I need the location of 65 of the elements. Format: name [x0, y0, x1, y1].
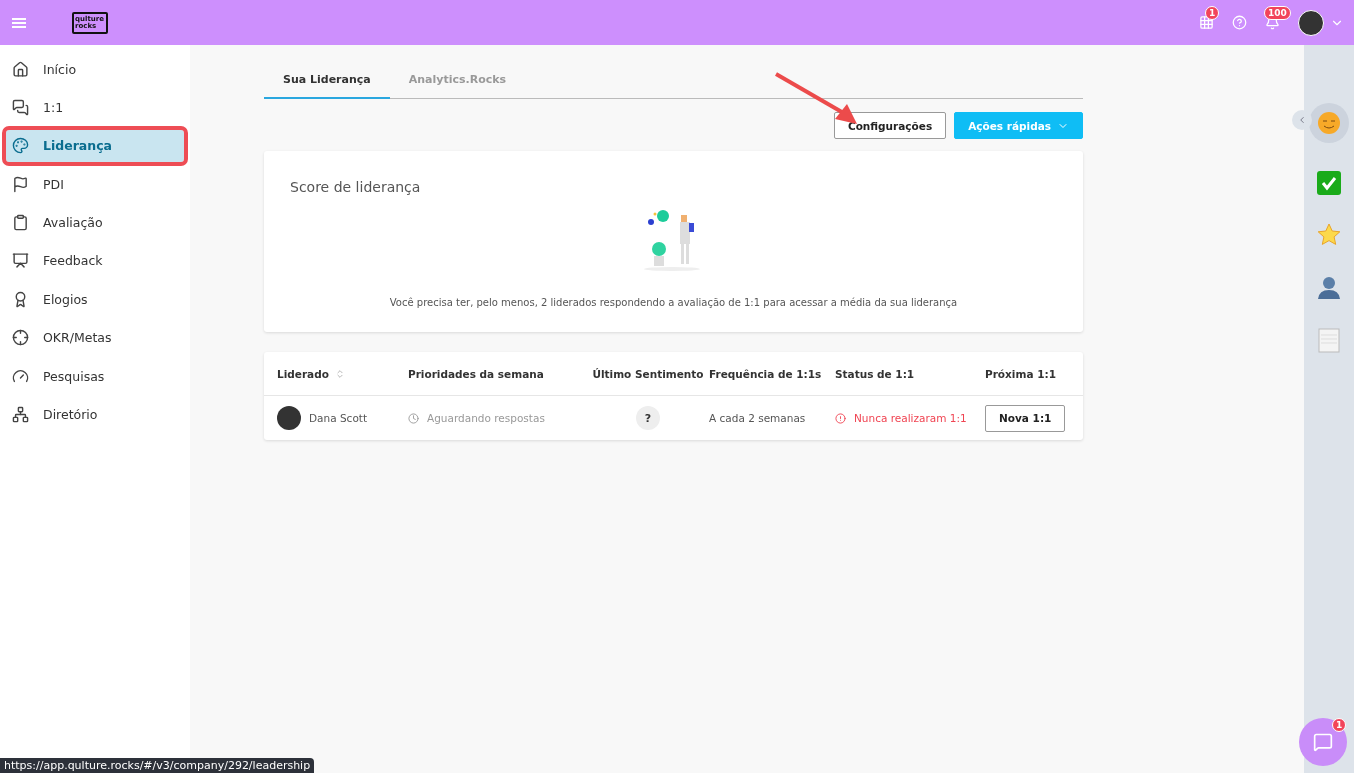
home-icon — [12, 60, 29, 78]
sidebar-item-label: Liderança — [43, 138, 113, 154]
sidebar-item-label: Avaliação — [43, 215, 103, 231]
sidebar-item-label: 1:1 — [43, 99, 64, 115]
column-header-label: Status de 1:1 — [835, 367, 915, 380]
board-icon — [12, 252, 29, 270]
sidebar-item[interactable]: Feedback — [6, 244, 184, 277]
card-title: Score de liderança — [290, 179, 422, 195]
sort-icon[interactable] — [334, 368, 345, 379]
table-cell: Nunca realizaram 1:1 — [854, 412, 967, 424]
sidebar-item[interactable]: Início — [6, 53, 184, 85]
check-mark-icon[interactable] — [1317, 171, 1341, 195]
column-header-label: Prioridades da semana — [408, 367, 544, 380]
star-icon[interactable] — [1317, 223, 1341, 247]
sidebar-item-label: Pesquisas — [43, 368, 105, 384]
palette-icon — [12, 137, 29, 155]
target-icon — [12, 329, 29, 347]
collapse-button[interactable] — [1292, 110, 1312, 130]
chat-button[interactable]: 1 — [1299, 718, 1347, 766]
notification-badge: 1 — [1205, 6, 1220, 20]
column-header-label: Frequência de 1:1s — [709, 367, 822, 380]
apps-grid-icon[interactable] — [1199, 15, 1214, 30]
clock-icon — [408, 412, 419, 424]
info-message: Você precisa ter, pelo menos, 2 liderados respondendo a avaliação de 1:1 para acessar a média da sua liderança — [388, 297, 959, 308]
sidebar-item[interactable]: PDI — [6, 168, 184, 201]
column-header-label: Próxima 1:1 — [985, 367, 1056, 380]
hierarchy-icon — [12, 406, 29, 423]
sidebar-item-label: Diretório — [43, 407, 98, 422]
settings-button[interactable]: Configurações — [833, 112, 947, 139]
sidebar-item-label: Elogios — [43, 291, 88, 307]
clipboard-icon — [12, 214, 29, 232]
chevron-left-icon — [1297, 115, 1307, 125]
status-url: https://app.qulture.rocks/#/v3/company/292/leadership — [0, 758, 315, 773]
table-cell: Aguardando respostas — [427, 412, 545, 424]
gauge-icon — [12, 367, 29, 385]
sidebar-item[interactable]: Elogios — [6, 283, 184, 316]
column-header-label: Último Sentimento — [592, 367, 704, 380]
sidebar-item-label: PDI — [43, 176, 64, 192]
tab[interactable]: Sua Liderança — [264, 73, 390, 99]
new-meeting-button[interactable]: Nova 1:1 — [985, 404, 1066, 432]
smiling-face-icon[interactable] — [1309, 103, 1349, 143]
help-icon[interactable] — [1232, 15, 1247, 30]
table-cell: Dana Scott — [309, 412, 368, 424]
table-cell: A cada 2 semanas — [709, 412, 806, 424]
sidebar-item-label: Feedback — [43, 253, 103, 269]
sidebar-item-label: Início — [43, 61, 77, 77]
sentiment-badge: ? — [636, 406, 660, 430]
sidebar-item[interactable]: OKR/Metas — [6, 321, 184, 354]
notepad-icon[interactable] — [1318, 327, 1340, 353]
flag-icon — [12, 175, 29, 193]
sidebar-item-label: OKR/Metas — [43, 330, 112, 346]
chat-icon — [1313, 732, 1333, 752]
menu-icon[interactable] — [12, 16, 26, 29]
avatar[interactable] — [1298, 9, 1324, 36]
chat-bubbles-icon — [12, 98, 29, 116]
sidebar-item[interactable]: 1:1 — [6, 91, 184, 124]
person-icon[interactable] — [1317, 275, 1341, 299]
sidebar-item[interactable]: Pesquisas — [6, 360, 184, 393]
notification-badge: 100 — [1264, 6, 1291, 20]
sidebar-item[interactable]: Diretório — [6, 398, 184, 431]
notification-badge: 1 — [1332, 718, 1347, 732]
alert-icon — [835, 412, 846, 424]
avatar — [277, 406, 301, 430]
column-header-label: Liderado — [277, 367, 329, 380]
sidebar-item[interactable]: Avaliação — [6, 206, 184, 239]
